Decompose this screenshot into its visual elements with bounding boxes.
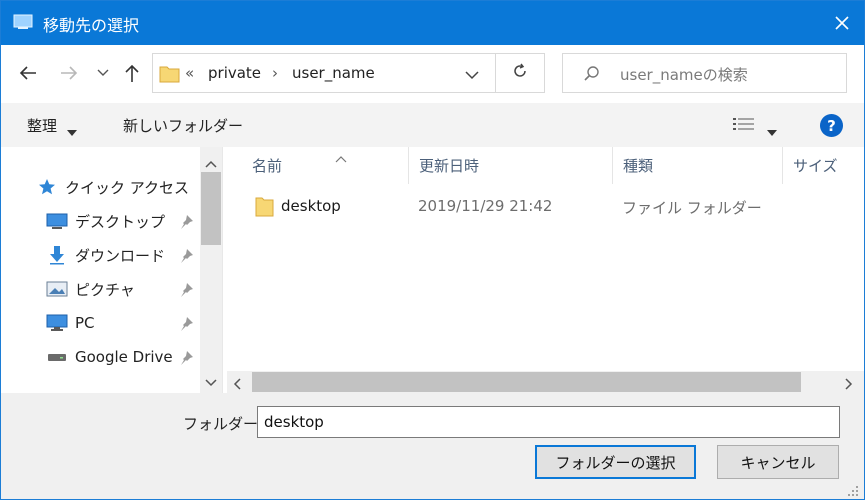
column-header-type[interactable]: 種類 <box>613 147 783 184</box>
organize-dropdown-icon[interactable] <box>67 122 77 140</box>
pane-divider[interactable] <box>222 147 226 393</box>
scroll-down-icon[interactable] <box>205 373 217 391</box>
nav-item-label: クイック アクセス <box>65 178 190 197</box>
pin-icon[interactable] <box>178 282 194 302</box>
recent-locations-chevron-icon[interactable] <box>91 61 115 85</box>
navigation-bar: « private › user_name user_nameの検索 <box>1 45 864 103</box>
folder-icon <box>159 64 181 88</box>
nav-item-pictures[interactable]: ピクチャ <box>45 274 135 304</box>
dialog-footer: フォルダー: フォルダーの選択 キャンセル <box>1 393 864 499</box>
desktop-icon <box>45 211 69 231</box>
table-row[interactable]: desktop 2019/11/29 21:42 ファイル フォルダー <box>227 191 864 223</box>
refresh-icon <box>512 63 528 83</box>
pin-icon[interactable] <box>178 214 194 234</box>
nav-item-label: PC <box>75 314 95 332</box>
folder-icon <box>255 196 275 222</box>
resize-grip-icon[interactable] <box>847 483 859 501</box>
breadcrumb-private[interactable]: private <box>208 64 261 82</box>
column-header-size[interactable]: サイズ <box>783 147 864 184</box>
window-icon <box>13 14 33 30</box>
search-box[interactable]: user_nameの検索 <box>562 53 847 93</box>
pin-icon[interactable] <box>178 248 194 268</box>
column-header-name[interactable]: 名前 <box>242 147 409 184</box>
view-options-icon[interactable] <box>732 116 756 138</box>
breadcrumb-separator-icon: › <box>272 64 278 82</box>
file-list-horizontal-scrollbar[interactable] <box>227 371 864 393</box>
folder-name-input[interactable] <box>257 406 840 438</box>
organize-button[interactable]: 整理 <box>27 115 57 136</box>
address-dropdown-chevron-icon[interactable] <box>465 66 479 84</box>
nav-item-label: ダウンロード <box>75 246 166 265</box>
column-header-modified[interactable]: 更新日時 <box>409 147 613 184</box>
address-bar[interactable]: « private › user_name <box>152 53 496 93</box>
file-name: desktop <box>281 197 341 215</box>
nav-item-label: デスクトップ <box>75 212 166 231</box>
nav-item-desktop[interactable]: デスクトップ <box>45 206 165 236</box>
scroll-thumb[interactable] <box>201 172 221 245</box>
nav-item-label: ピクチャ <box>75 280 135 299</box>
navigation-pane: クイック アクセス デスクトップ ダウンロード ピクチャ PC Google D… <box>1 147 222 393</box>
nav-item-label: Google Drive <box>75 348 173 366</box>
file-type: ファイル フォルダー <box>622 199 762 217</box>
search-icon <box>583 65 601 87</box>
column-label: 更新日時 <box>419 157 480 175</box>
view-dropdown-icon[interactable] <box>767 122 777 140</box>
search-placeholder: user_nameの検索 <box>620 66 748 84</box>
nav-item-google-drive[interactable]: Google Drive <box>45 342 173 372</box>
select-folder-button[interactable]: フォルダーの選択 <box>535 445 696 479</box>
help-icon[interactable]: ? <box>820 114 843 137</box>
pictures-icon <box>45 279 69 299</box>
pin-icon[interactable] <box>178 316 194 336</box>
column-label: サイズ <box>793 157 838 175</box>
pin-icon[interactable] <box>178 350 194 370</box>
title-bar: 移動先の選択 <box>1 1 864 45</box>
folder-picker-dialog: 移動先の選択 « private › user_name user_nameの検… <box>0 0 865 500</box>
column-label: 名前 <box>252 157 283 175</box>
computer-icon <box>45 313 69 333</box>
file-list: 名前 更新日時 種類 サイズ desktop 2019/11/29 21:42 … <box>227 147 864 393</box>
scroll-up-icon[interactable] <box>205 154 217 172</box>
back-arrow-icon[interactable] <box>16 61 40 85</box>
new-folder-button[interactable]: 新しいフォルダー <box>123 115 243 136</box>
scroll-left-icon[interactable] <box>233 376 241 394</box>
sort-ascending-icon <box>335 149 347 167</box>
nav-item-pc[interactable]: PC <box>45 308 95 338</box>
star-icon <box>35 177 59 197</box>
download-icon <box>45 245 69 265</box>
breadcrumb-overflow[interactable]: « <box>185 64 194 82</box>
up-arrow-icon[interactable] <box>120 61 144 85</box>
nav-item-quick-access[interactable]: クイック アクセス <box>35 172 189 202</box>
refresh-button[interactable] <box>496 53 545 93</box>
nav-pane-scrollbar[interactable] <box>200 147 222 393</box>
scroll-thumb[interactable] <box>252 372 801 392</box>
command-bar: 整理 新しいフォルダー ? <box>1 103 864 147</box>
scroll-right-icon[interactable] <box>845 376 853 394</box>
window-title: 移動先の選択 <box>43 16 140 35</box>
forward-arrow-icon[interactable] <box>57 61 81 85</box>
folder-field-label: フォルダー: <box>183 415 264 433</box>
drive-icon <box>45 347 69 367</box>
breadcrumb-user-name[interactable]: user_name <box>292 64 375 82</box>
cancel-button[interactable]: キャンセル <box>717 445 839 479</box>
column-label: 種類 <box>623 157 654 175</box>
file-modified: 2019/11/29 21:42 <box>418 197 553 215</box>
close-icon[interactable] <box>819 1 864 45</box>
nav-item-downloads[interactable]: ダウンロード <box>45 240 165 270</box>
